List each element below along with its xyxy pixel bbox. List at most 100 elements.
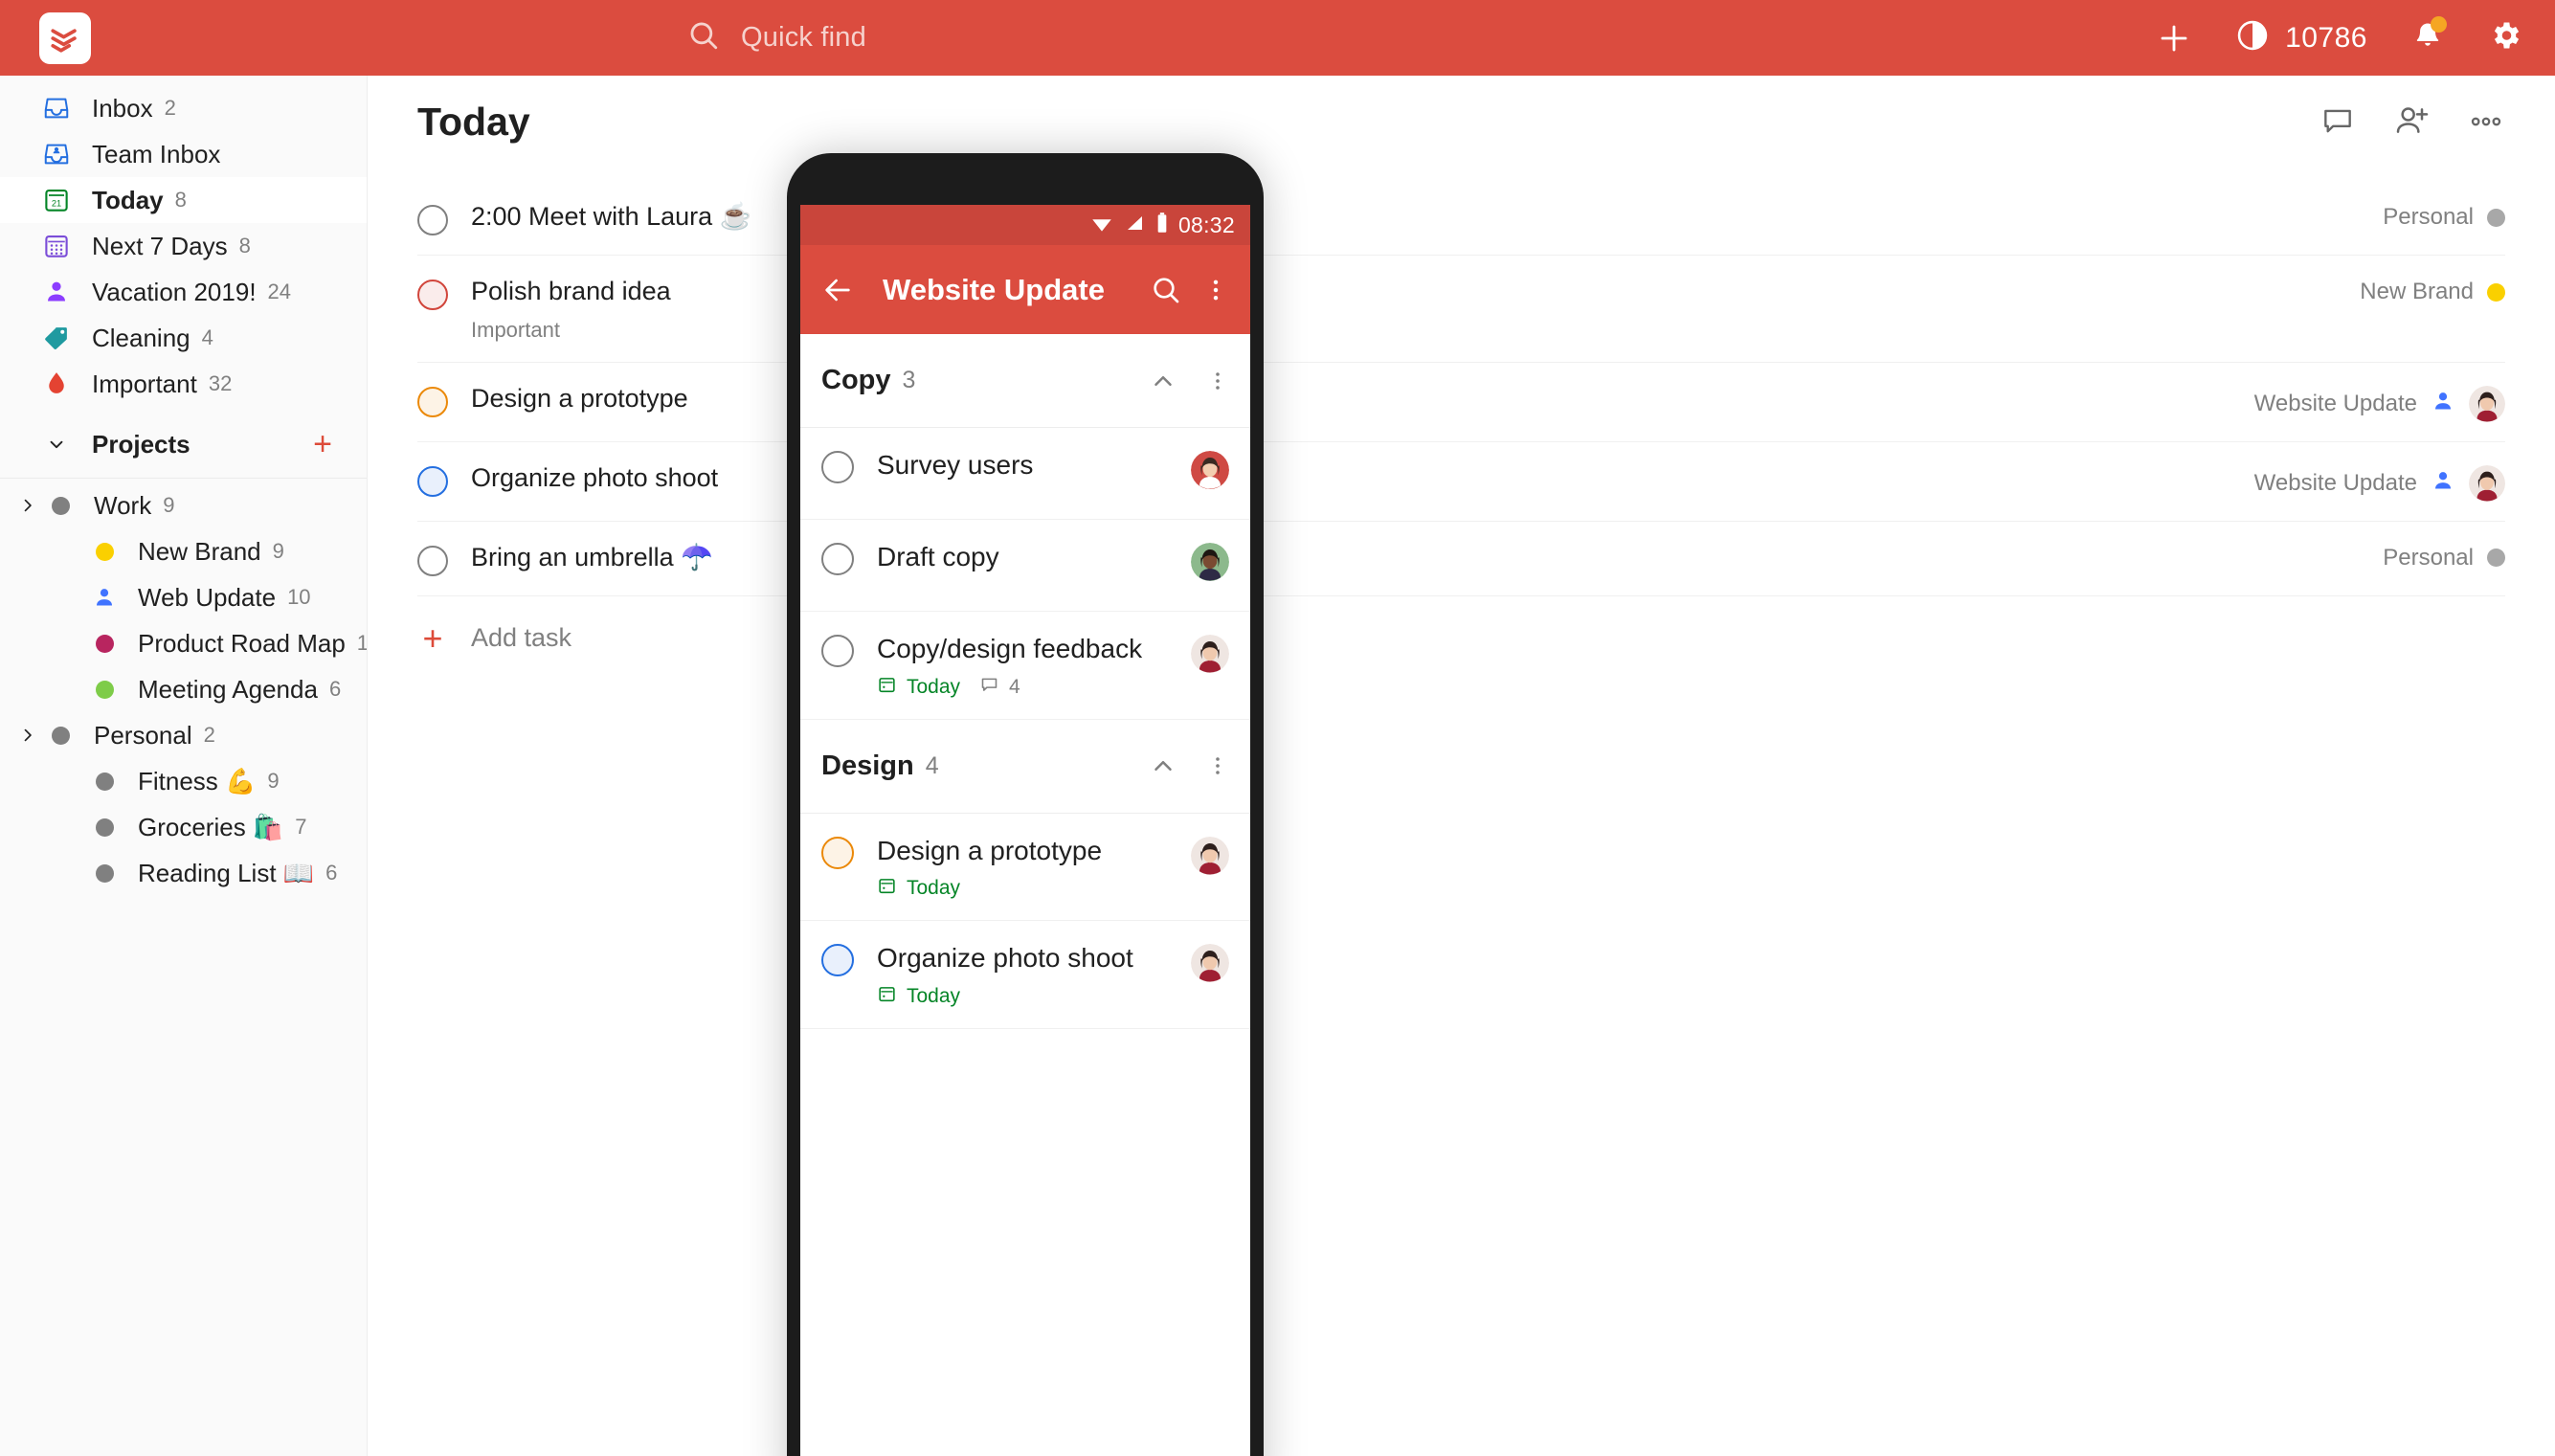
task-project-label: Personal xyxy=(2383,204,2474,230)
shared-project-icon xyxy=(88,585,121,610)
phone-task-row[interactable]: Survey users xyxy=(800,428,1250,520)
sidebar-item-important[interactable]: Important 32 xyxy=(0,361,367,407)
project-dot-icon xyxy=(88,680,121,699)
phone-task-date: Today xyxy=(907,675,961,698)
phone-task-meta: Today xyxy=(877,876,1181,901)
today-task-list: 2:00 Meet with Laura ☕ Personal Polish bra… xyxy=(417,181,2505,656)
quick-find-search[interactable]: Quick find xyxy=(687,0,866,76)
chevron-up-icon[interactable] xyxy=(1149,367,1177,395)
task-row[interactable]: 2:00 Meet with Laura ☕ Personal xyxy=(417,181,2505,256)
shared-project-icon xyxy=(2431,468,2455,498)
phone-section-count: 4 xyxy=(925,751,939,779)
sidebar-item-label: Team Inbox xyxy=(92,139,221,168)
sidebar-project-fitness[interactable]: Fitness 💪 9 xyxy=(0,758,367,804)
settings-button[interactable] xyxy=(2488,18,2522,57)
sidebar-item-inbox[interactable]: Inbox 2 xyxy=(0,85,367,131)
add-task-quick-button[interactable] xyxy=(2157,21,2191,56)
project-dot-icon xyxy=(44,726,77,745)
chevron-right-icon[interactable] xyxy=(11,726,44,745)
sidebar-project-label: New Brand xyxy=(138,536,261,566)
task-checkbox[interactable] xyxy=(417,545,448,576)
project-dot-icon xyxy=(2487,208,2505,227)
task-text: Bring an umbrella ☂️ xyxy=(471,542,713,571)
phone-search-icon[interactable] xyxy=(1151,275,1181,305)
phone-task-checkbox[interactable] xyxy=(821,635,854,667)
projects-title: Projects xyxy=(92,429,191,459)
karma-button[interactable]: 10786 xyxy=(2235,18,2367,57)
phone-section-overflow-icon[interactable] xyxy=(1206,751,1229,780)
chevron-right-icon[interactable] xyxy=(11,496,44,515)
sidebar-divider xyxy=(0,478,367,479)
sidebar-item-today[interactable]: 21 Today 8 xyxy=(0,177,367,223)
logo-wrapper[interactable] xyxy=(27,11,103,64)
sidebar-project-product-road-map[interactable]: Product Road Map 11 xyxy=(0,620,367,666)
sidebar-item-count: 8 xyxy=(238,234,251,258)
add-person-button[interactable] xyxy=(2392,102,2431,146)
sidebar-project-new-brand[interactable]: New Brand 9 xyxy=(0,528,367,574)
sidebar-item-next-7-days[interactable]: Next 7 Days 8 xyxy=(0,223,367,269)
phone-task-checkbox[interactable] xyxy=(821,543,854,575)
phone-section-overflow-icon[interactable] xyxy=(1206,367,1229,395)
sidebar-project-meeting-agenda[interactable]: Meeting Agenda 6 xyxy=(0,666,367,712)
sidebar-item-team-inbox[interactable]: Team Inbox xyxy=(0,131,367,177)
task-subtitle: Important xyxy=(471,317,560,342)
sidebar-item-cleaning[interactable]: Cleaning 4 xyxy=(0,315,367,361)
task-checkbox[interactable] xyxy=(417,280,448,310)
sidebar-project-personal[interactable]: Personal 2 xyxy=(0,712,367,758)
sidebar-item-vacation-2019[interactable]: Vacation 2019! 24 xyxy=(0,269,367,315)
task-text: Design a prototype xyxy=(471,383,688,413)
sidebar-project-count: 6 xyxy=(328,677,342,701)
plus-icon: + xyxy=(422,617,443,658)
phone-task-checkbox[interactable] xyxy=(821,944,854,977)
sidebar-project-groceries[interactable]: Groceries 🛍️ 7 xyxy=(0,804,367,850)
task-meta: Website Update xyxy=(2254,464,2505,502)
sidebar-project-reading-list[interactable]: Reading List 📖 6 xyxy=(0,850,367,896)
task-row[interactable]: Organize photo shoot Website Update xyxy=(417,442,2505,522)
phone-task-body: Draft copy xyxy=(877,541,1181,573)
comments-button[interactable] xyxy=(2320,103,2356,145)
sidebar-project-count: 10 xyxy=(287,585,311,609)
task-checkbox[interactable] xyxy=(417,386,448,417)
phone-task-row[interactable]: Draft copy xyxy=(800,520,1250,612)
task-row[interactable]: Bring an umbrella ☂️ Personal xyxy=(417,522,2505,596)
task-main: Bring an umbrella ☂️ xyxy=(471,543,2383,573)
sidebar-project-web-update[interactable]: Web Update 10 xyxy=(0,574,367,620)
task-text: Polish brand idea xyxy=(471,277,671,305)
sidebar-nav-list: Inbox 2 Team Inbox 21 Today 8 Next 7 Days 8 Vaca… xyxy=(0,85,367,407)
phone-task-row[interactable]: Copy/design feedback Today 4 xyxy=(800,612,1250,720)
karma-circle-icon xyxy=(2235,18,2270,57)
todoist-logo-icon[interactable] xyxy=(39,11,91,64)
sidebar-item-count: 24 xyxy=(267,280,292,303)
sidebar-project-work[interactable]: Work 9 xyxy=(0,482,367,528)
chevron-up-icon[interactable] xyxy=(1149,751,1177,780)
gear-icon xyxy=(2488,18,2522,57)
phone-task-text: Copy/design feedback xyxy=(877,634,1143,663)
sidebar-item-label: Important xyxy=(92,369,197,398)
ellipsis-icon xyxy=(2467,102,2505,146)
sidebar-project-count: 6 xyxy=(325,861,338,885)
phone-task-checkbox[interactable] xyxy=(821,836,854,869)
phone-task-date: Today xyxy=(907,984,961,1007)
task-meta: New Brand xyxy=(2360,279,2505,305)
phone-task-row[interactable]: Organize photo shoot Today xyxy=(800,921,1250,1029)
phone-section-header: Design 4 xyxy=(800,720,1250,814)
add-task-button[interactable]: + Add task xyxy=(417,596,2505,656)
page-title: Today xyxy=(417,100,530,144)
task-row[interactable]: Design a prototype Website Update xyxy=(417,363,2505,442)
task-row[interactable]: Polish brand idea Important New Brand xyxy=(417,256,2505,363)
phone-overflow-icon[interactable] xyxy=(1202,275,1229,305)
quick-find-placeholder: Quick find xyxy=(741,22,866,53)
phone-section-header: Copy 3 xyxy=(800,334,1250,428)
more-options-button[interactable] xyxy=(2467,102,2505,146)
cell-signal-icon xyxy=(1123,212,1146,239)
chevron-down-icon[interactable] xyxy=(40,428,73,460)
project-dot-icon xyxy=(2487,549,2505,568)
phone-task-checkbox[interactable] xyxy=(821,451,854,483)
task-checkbox[interactable] xyxy=(417,465,448,497)
notifications-button[interactable] xyxy=(2411,16,2447,56)
phone-task-row[interactable]: Design a prototype Today xyxy=(800,814,1250,922)
phone-section-name: Design xyxy=(821,750,914,781)
add-project-button[interactable]: + xyxy=(313,428,332,460)
back-arrow-icon[interactable] xyxy=(821,274,854,306)
task-checkbox[interactable] xyxy=(417,205,448,235)
